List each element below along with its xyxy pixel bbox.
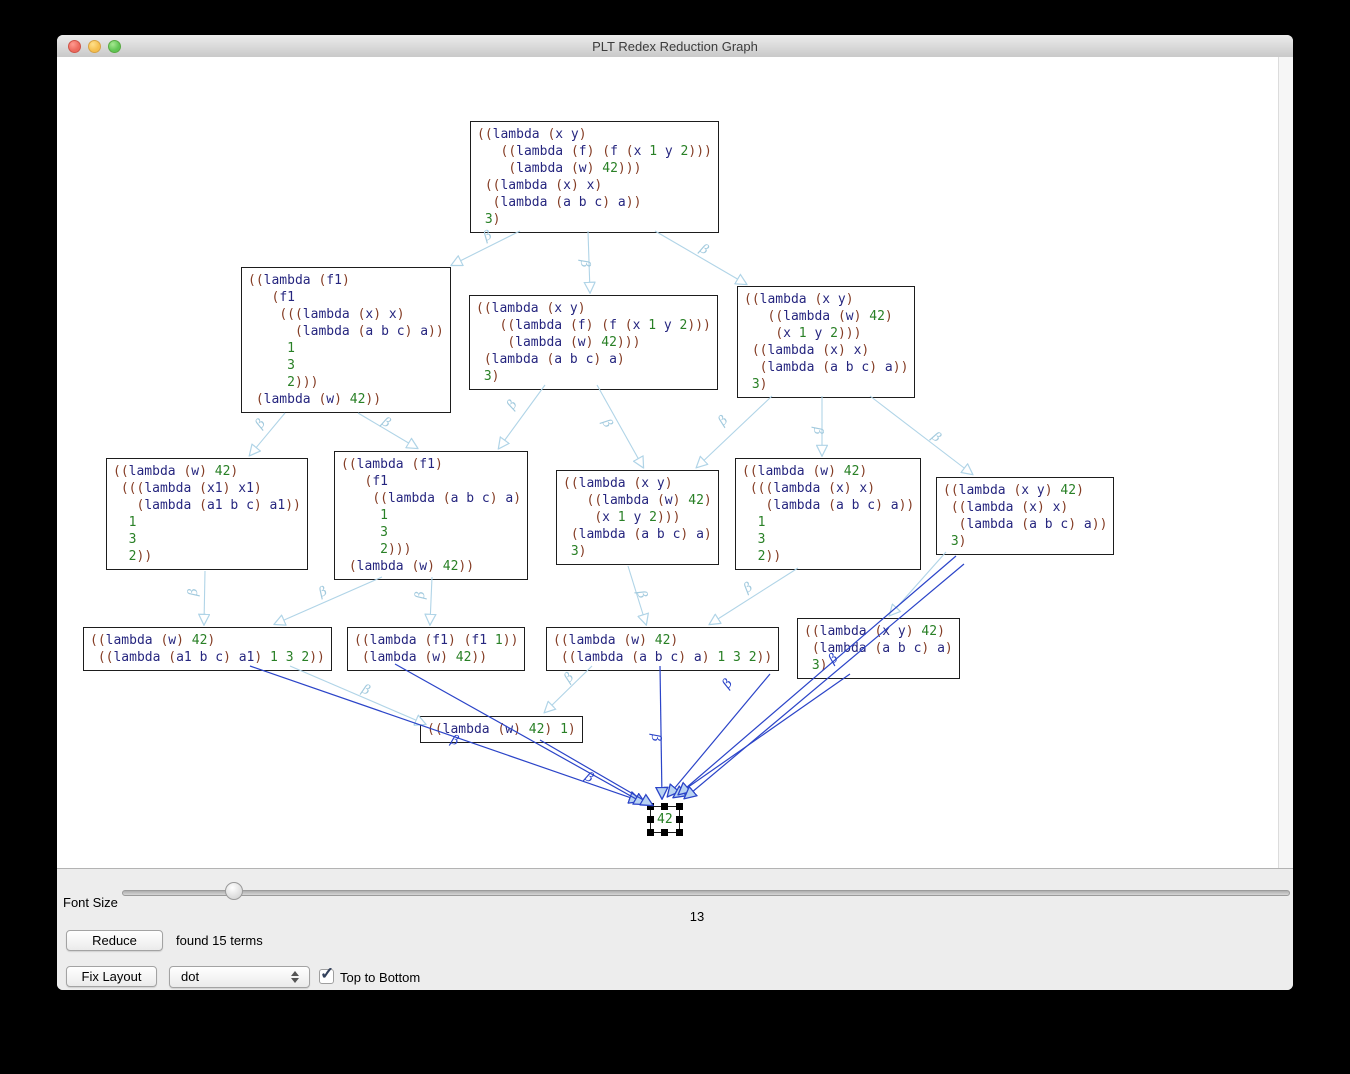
lambda-term: ((lambda (f1) (f1 (((lambda (x) x) (lamb…: [248, 272, 444, 408]
layout-select-value: dot: [181, 969, 199, 984]
chevron-up-icon: [291, 971, 299, 976]
lambda-term: ((lambda (x y) ((lambda (w) 42) (x 1 y 2…: [563, 475, 712, 560]
screen: PLT Redex Reduction Graph Font Size 13 R…: [0, 0, 1350, 1074]
selection-handle[interactable]: [676, 803, 683, 810]
font-size-slider[interactable]: [122, 890, 1290, 896]
graph-node[interactable]: ((lambda (w) 42) ((lambda (a1 b c) a1) 1…: [83, 627, 332, 671]
graph-node[interactable]: ((lambda (w) 42) (((lambda (x1) x1) (lam…: [106, 458, 308, 570]
graph-node[interactable]: ((lambda (x y) 42) ((lambda (x) x) (lamb…: [936, 477, 1114, 555]
graph-node[interactable]: ((lambda (w) 42) ((lambda (a b c) a) 1 3…: [546, 627, 779, 671]
selection-handle[interactable]: [647, 816, 654, 823]
lambda-term: ((lambda (w) 42) ((lambda (a b c) a) 1 3…: [553, 632, 772, 666]
top-to-bottom-label: Top to Bottom: [340, 970, 420, 985]
selection-handle[interactable]: [661, 829, 668, 836]
font-size-slider-thumb[interactable]: [225, 882, 243, 900]
font-size-label: Font Size: [63, 895, 118, 910]
graph-node[interactable]: ((lambda (x y) 42) (lambda (a b c) a) 3): [797, 618, 960, 679]
selection-handle[interactable]: [676, 829, 683, 836]
graph-node[interactable]: ((lambda (x y) ((lambda (f) (f (x 1 y 2)…: [470, 121, 719, 233]
fix-layout-button[interactable]: Fix Layout: [66, 966, 157, 987]
lambda-term: ((lambda (x y) ((lambda (f) (f (x 1 y 2)…: [477, 126, 712, 228]
graph-node[interactable]: ((lambda (x y) ((lambda (w) 42) (x 1 y 2…: [737, 286, 915, 398]
graph-node[interactable]: ((lambda (f1) (f1 (((lambda (x) x) (lamb…: [241, 267, 451, 413]
selection-handle[interactable]: [647, 803, 654, 810]
window-title: PLT Redex Reduction Graph: [57, 39, 1293, 54]
lambda-term: ((lambda (w) 42) (((lambda (x) x) (lambd…: [742, 463, 914, 565]
lambda-term: ((lambda (f1) (f1 ((lambda (a b c) a) 1 …: [341, 456, 521, 575]
titlebar[interactable]: PLT Redex Reduction Graph: [57, 35, 1293, 58]
stepper-icon: [291, 970, 300, 984]
selection-handle[interactable]: [676, 816, 683, 823]
lambda-term: ((lambda (x y) 42) (lambda (a b c) a) 3): [804, 623, 953, 674]
lambda-term: ((lambda (x y) ((lambda (w) 42) (x 1 y 2…: [744, 291, 908, 393]
vertical-scrollbar[interactable]: [1278, 57, 1293, 868]
lambda-term: ((lambda (w) 42) ((lambda (a1 b c) a1) 1…: [90, 632, 325, 666]
graph-node-selected[interactable]: 42: [650, 806, 680, 833]
font-size-value: 13: [667, 909, 727, 924]
selection-handle[interactable]: [661, 803, 668, 810]
layout-select[interactable]: dot: [169, 966, 310, 988]
status-text: found 15 terms: [176, 933, 263, 948]
lambda-term: ((lambda (f1) (f1 1)) (lambda (w) 42)): [354, 632, 518, 666]
control-panel: Font Size 13 Reduce found 15 terms Fix L…: [57, 868, 1293, 990]
lambda-term: ((lambda (x y) ((lambda (f) (f (x 1 y 2)…: [476, 300, 711, 385]
graph-node[interactable]: ((lambda (f1) (f1 1)) (lambda (w) 42)): [347, 627, 525, 671]
lambda-term: 42: [657, 811, 673, 828]
chevron-down-icon: [291, 978, 299, 983]
reduce-button[interactable]: Reduce: [66, 930, 163, 951]
graph-node[interactable]: ((lambda (x y) ((lambda (w) 42) (x 1 y 2…: [556, 470, 719, 565]
checkmark-icon: ✓: [320, 964, 334, 984]
graph-node[interactable]: ((lambda (f1) (f1 ((lambda (a b c) a) 1 …: [334, 451, 528, 580]
lambda-term: ((lambda (w) 42) 1): [427, 721, 576, 738]
lambda-term: ((lambda (x y) 42) ((lambda (x) x) (lamb…: [943, 482, 1107, 550]
graph-node[interactable]: ((lambda (x y) ((lambda (f) (f (x 1 y 2)…: [469, 295, 718, 390]
graph-node[interactable]: ((lambda (w) 42) 1): [420, 716, 583, 743]
lambda-term: ((lambda (w) 42) (((lambda (x1) x1) (lam…: [113, 463, 301, 565]
graph-node[interactable]: ((lambda (w) 42) (((lambda (x) x) (lambd…: [735, 458, 921, 570]
selection-handle[interactable]: [647, 829, 654, 836]
top-to-bottom-checkbox[interactable]: ✓: [319, 969, 334, 984]
